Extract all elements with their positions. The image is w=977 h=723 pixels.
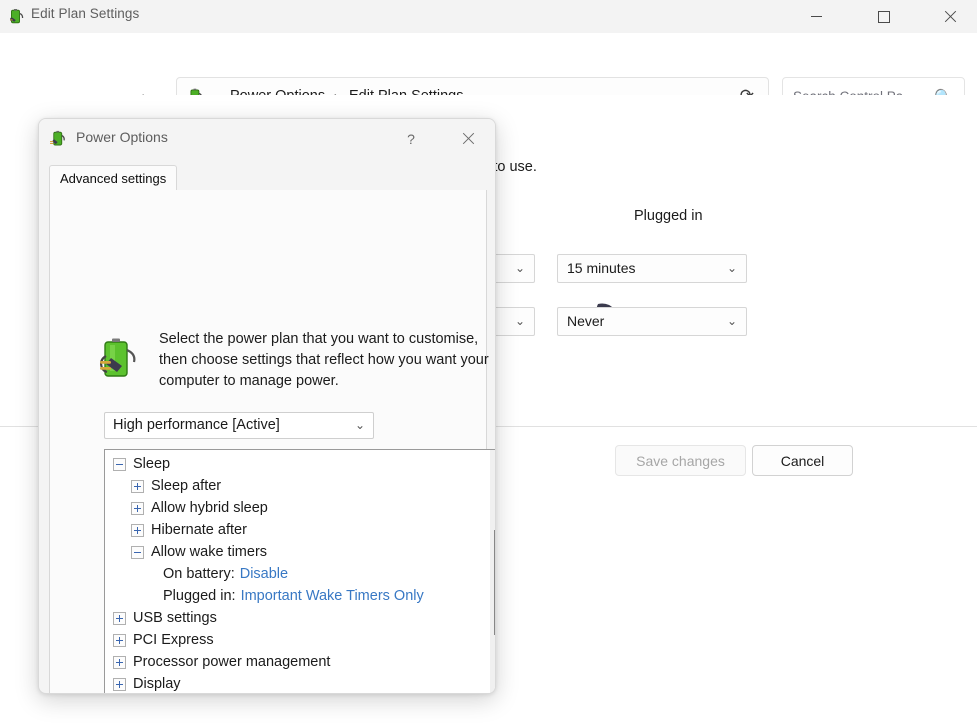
maximize-button[interactable]	[861, 0, 907, 33]
expand-icon[interactable]	[113, 655, 126, 669]
page-cancel-button[interactable]: Cancel	[752, 445, 853, 476]
expand-icon[interactable]	[113, 611, 126, 625]
tree-item-label: Plugged in:	[163, 588, 236, 604]
screen: Edit Plan Settings ← → ⌄ ↑ « Power Optio…	[0, 0, 977, 723]
tree-rows: Sleep Sleep after Allow hybrid sleep Hibern…	[105, 450, 490, 693]
plugged-turn-off-display-select[interactable]: Never ⌄	[557, 307, 747, 336]
window-title: Edit Plan Settings	[31, 6, 140, 21]
tree-item[interactable]: On battery: Disable	[105, 563, 495, 585]
power-plan-battery-icon	[10, 9, 24, 24]
dialog-close-button[interactable]	[451, 126, 485, 152]
maximize-icon	[878, 10, 890, 23]
navigation-bar: ← → ⌄ ↑ « Power Options › Edit Plan Sett…	[0, 33, 977, 116]
close-icon	[944, 11, 956, 23]
chevron-down-icon: ⌄	[354, 418, 365, 432]
tree-item-value[interactable]: Disable	[240, 566, 288, 582]
help-button[interactable]: ?	[394, 126, 428, 152]
tree-item-label: Allow wake timers	[151, 544, 268, 560]
tab-advanced-settings[interactable]: Advanced settings	[49, 165, 178, 191]
collapse-icon[interactable]	[113, 457, 126, 471]
expand-icon[interactable]	[113, 677, 126, 691]
tree-item-label: USB settings	[133, 610, 217, 626]
tree-item-label: On battery:	[163, 566, 235, 582]
tree-item[interactable]: Sleep	[105, 453, 495, 475]
power-plan-value: High performance [Active]	[113, 417, 280, 433]
tree-item-label: Hibernate after	[151, 522, 247, 538]
tree-scrollbar-thumb[interactable]	[494, 530, 495, 635]
power-options-dialog: Power Options ? Advanced settings Select…	[38, 118, 496, 694]
battery-plug-icon	[100, 338, 136, 377]
chevron-down-icon: ⌄	[726, 314, 737, 328]
tree-item[interactable]: Hibernate after	[105, 519, 495, 541]
tree-item-label: Sleep after	[151, 478, 222, 494]
tree-item[interactable]: USB settings	[105, 607, 495, 629]
window-titlebar: Edit Plan Settings	[0, 0, 977, 33]
dialog-title: Power Options	[76, 129, 168, 145]
tree-item-label: Allow hybrid sleep	[151, 500, 268, 516]
tree-item[interactable]: Sleep after	[105, 475, 495, 497]
expand-icon[interactable]	[113, 633, 126, 647]
expand-icon[interactable]	[131, 523, 144, 537]
dialog-tabstrip: Advanced settings	[49, 165, 487, 191]
tree-item-label: Display	[133, 676, 181, 692]
column-header-plugged-in: Plugged in	[634, 208, 703, 224]
chevron-down-icon: ⌄	[514, 261, 525, 275]
select-value: 15 minutes	[567, 260, 636, 276]
tree-item-label: Processor power management	[133, 654, 331, 670]
tree-item[interactable]: Allow wake timers	[105, 541, 495, 563]
tree-item-value[interactable]: Important Wake Timers Only	[241, 588, 424, 604]
save-changes-button[interactable]: Save changes	[615, 445, 746, 476]
close-icon	[462, 133, 474, 145]
tree-item-label: PCI Express	[133, 632, 214, 648]
close-button[interactable]	[927, 0, 973, 33]
tree-item-label: Sleep	[133, 456, 171, 472]
plugged-dim-display-select[interactable]: 15 minutes ⌄	[557, 254, 747, 283]
tree-item[interactable]: Display	[105, 673, 495, 693]
chevron-down-icon: ⌄	[514, 314, 525, 328]
tree-item[interactable]: Processor power management	[105, 651, 495, 673]
tree-item[interactable]: Allow hybrid sleep	[105, 497, 495, 519]
expand-icon[interactable]	[131, 501, 144, 515]
chevron-down-icon: ⌄	[726, 261, 737, 275]
tree-scrollbar[interactable]	[489, 450, 495, 693]
advanced-settings-tree[interactable]: Sleep Sleep after Allow hybrid sleep Hibern…	[104, 449, 495, 693]
minimize-icon	[810, 16, 822, 17]
power-plan-select[interactable]: High performance [Active] ⌄	[104, 412, 374, 439]
dialog-titlebar: Power Options ?	[39, 119, 495, 157]
tree-item[interactable]: PCI Express	[105, 629, 495, 651]
minimize-button[interactable]	[793, 0, 839, 33]
select-value: Never	[567, 313, 605, 329]
expand-icon[interactable]	[131, 479, 144, 493]
collapse-icon[interactable]	[131, 545, 144, 559]
power-plan-battery-icon	[50, 130, 65, 146]
dialog-description: Select the power plan that you want to c…	[159, 331, 489, 389]
tree-item[interactable]: Plugged in: Important Wake Timers Only	[105, 585, 495, 607]
